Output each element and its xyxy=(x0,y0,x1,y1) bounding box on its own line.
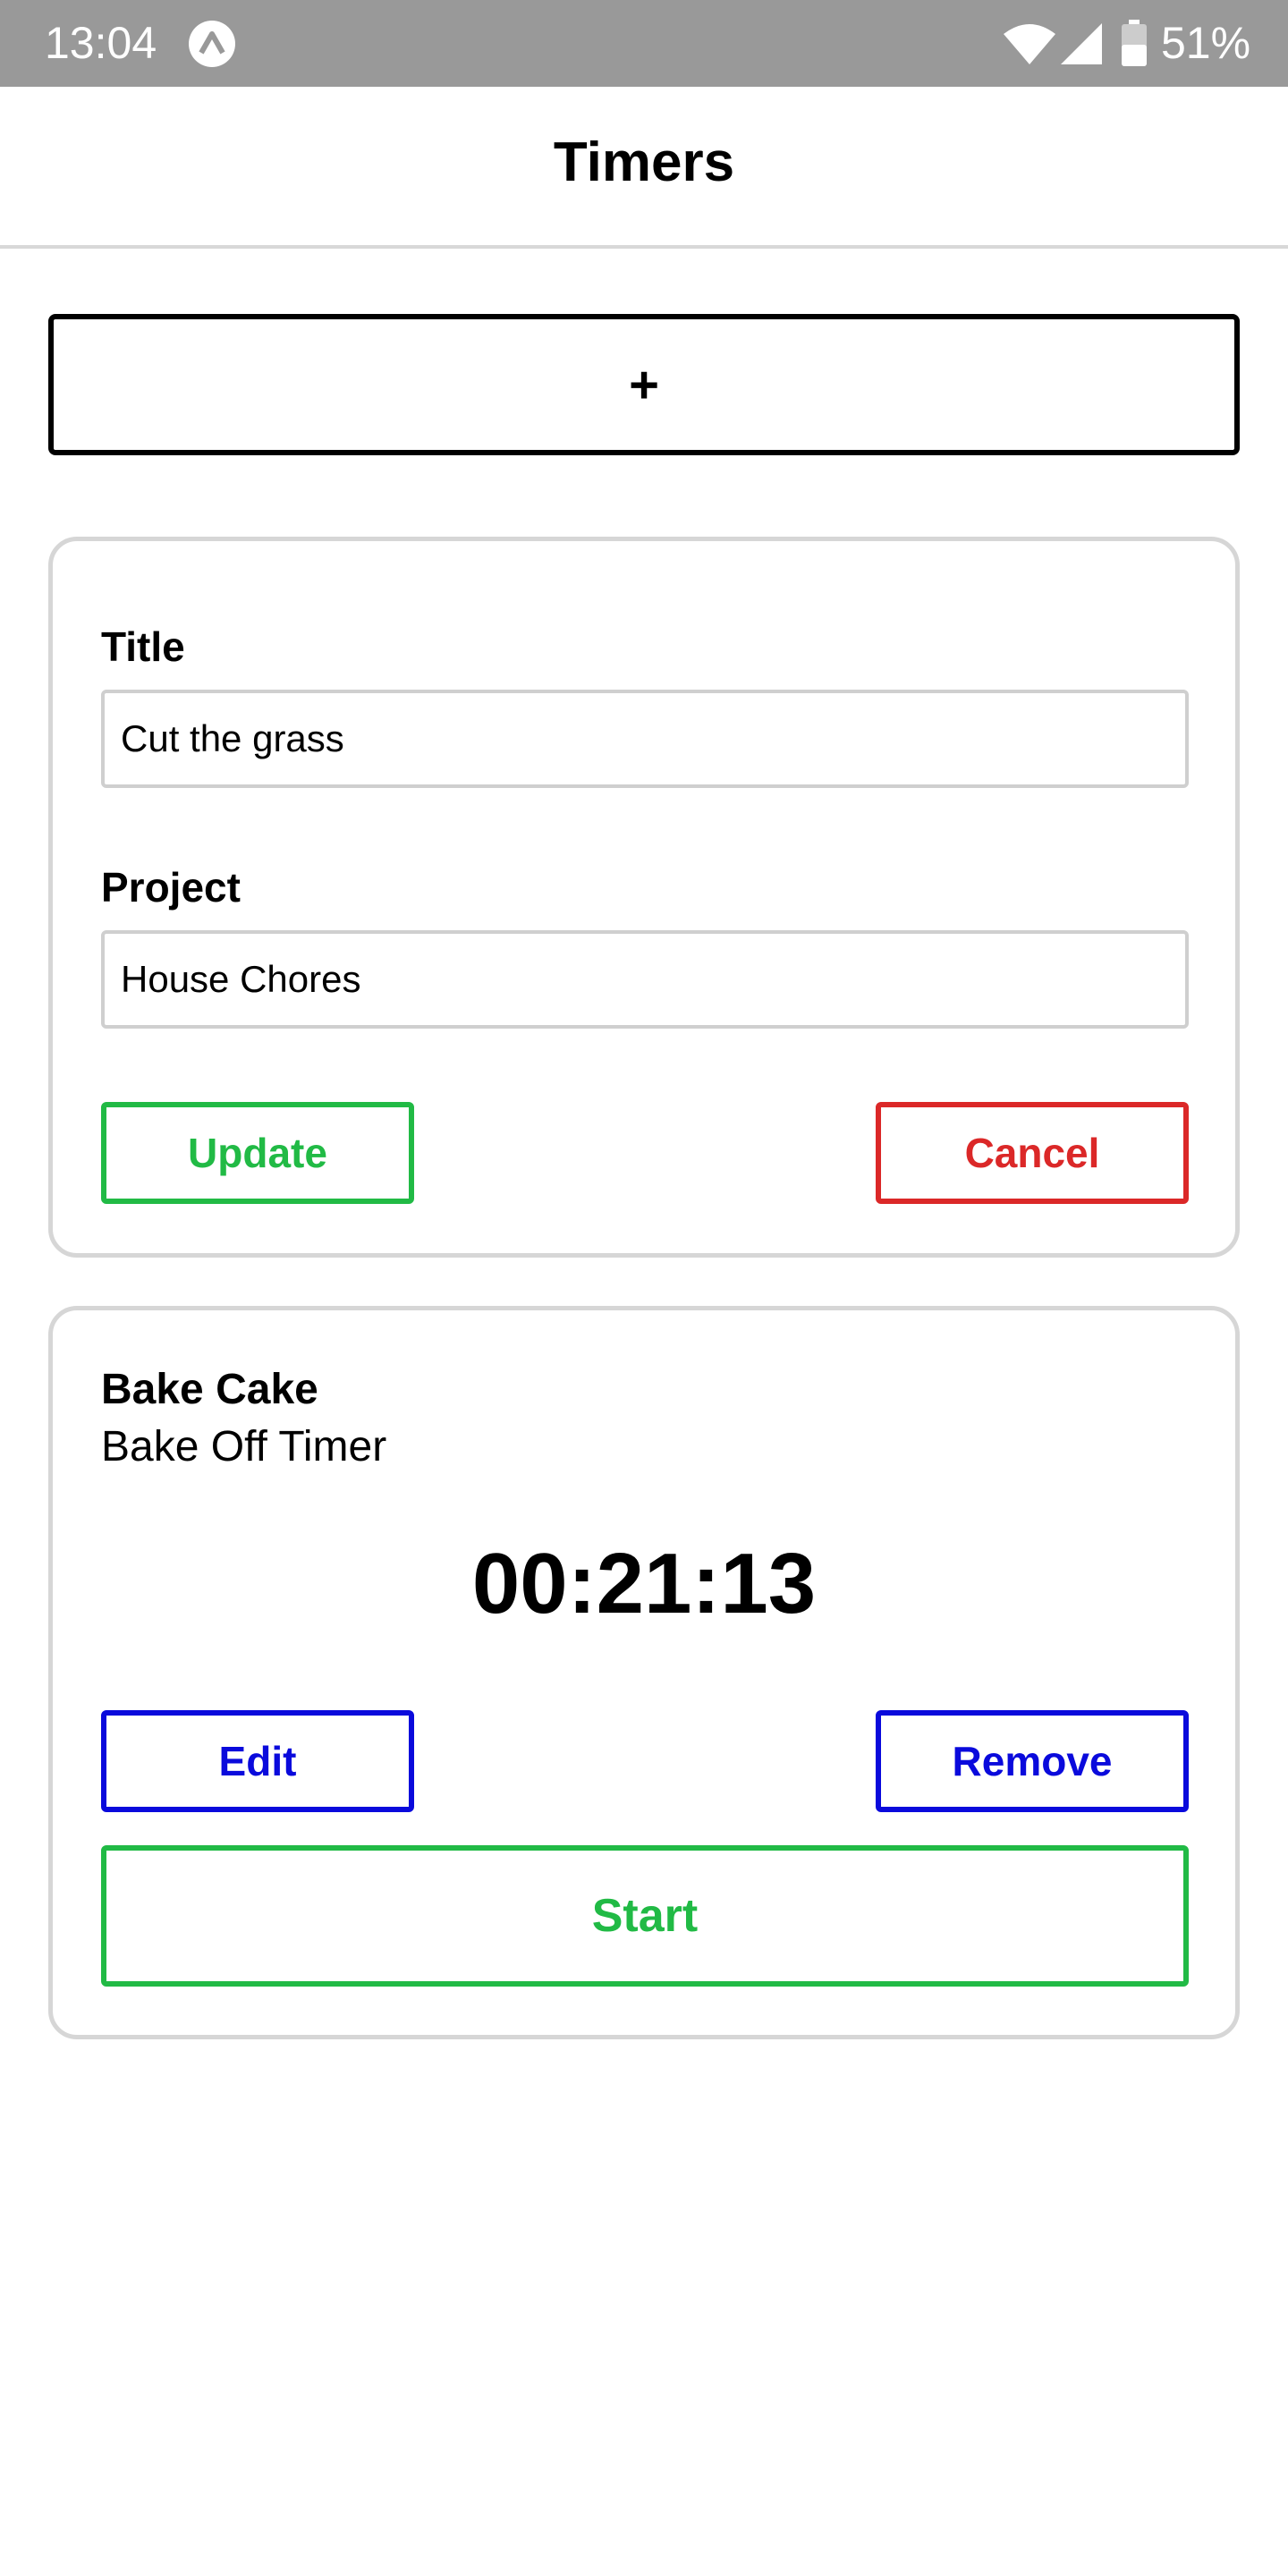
timer-edit-form: Title Project Update Cancel xyxy=(48,537,1240,1258)
wifi-icon xyxy=(1004,24,1055,64)
title-input[interactable] xyxy=(101,690,1189,788)
start-button[interactable]: Start xyxy=(101,1845,1189,1987)
cancel-button[interactable]: Cancel xyxy=(876,1102,1189,1204)
app-notification-icon xyxy=(189,21,235,67)
title-label: Title xyxy=(101,623,185,670)
add-timer-button[interactable]: + xyxy=(48,314,1240,455)
app-header: Timers xyxy=(0,87,1288,249)
status-time: 13:04 xyxy=(45,18,157,68)
battery-icon xyxy=(1122,20,1147,66)
page-title: Timers xyxy=(553,131,735,193)
timer-card: Bake Cake Bake Off Timer 00:21:13 Edit R… xyxy=(48,1306,1240,2039)
battery-percent: 51% xyxy=(1161,18,1251,68)
timer-elapsed: 00:21:13 xyxy=(471,1536,817,1631)
timer-title: Bake Cake xyxy=(101,1366,318,1413)
update-button[interactable]: Update xyxy=(101,1102,414,1204)
edit-button[interactable]: Edit xyxy=(101,1710,414,1812)
project-label: Project xyxy=(101,864,241,911)
timer-project: Bake Off Timer xyxy=(101,1423,387,1470)
cell-signal-icon xyxy=(1061,23,1102,64)
remove-button[interactable]: Remove xyxy=(876,1710,1189,1812)
project-input[interactable] xyxy=(101,930,1189,1029)
status-bar: 13:04 51% xyxy=(0,0,1288,87)
